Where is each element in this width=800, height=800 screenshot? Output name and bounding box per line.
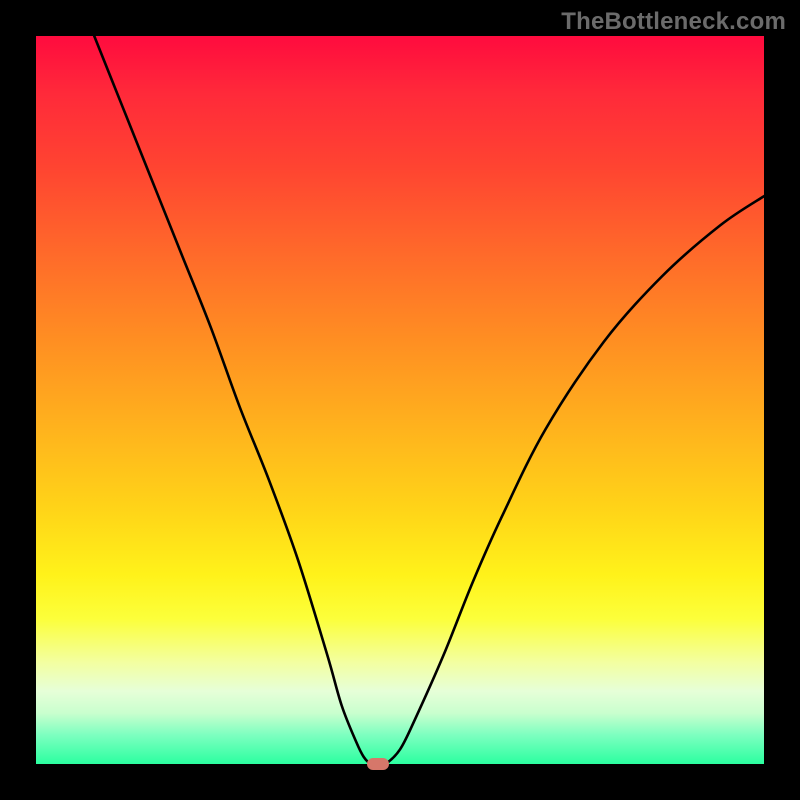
minimum-marker	[367, 758, 389, 770]
plot-area	[36, 36, 764, 764]
bottleneck-curve	[36, 36, 764, 764]
chart-frame: TheBottleneck.com	[0, 0, 800, 800]
watermark-text: TheBottleneck.com	[561, 8, 786, 36]
